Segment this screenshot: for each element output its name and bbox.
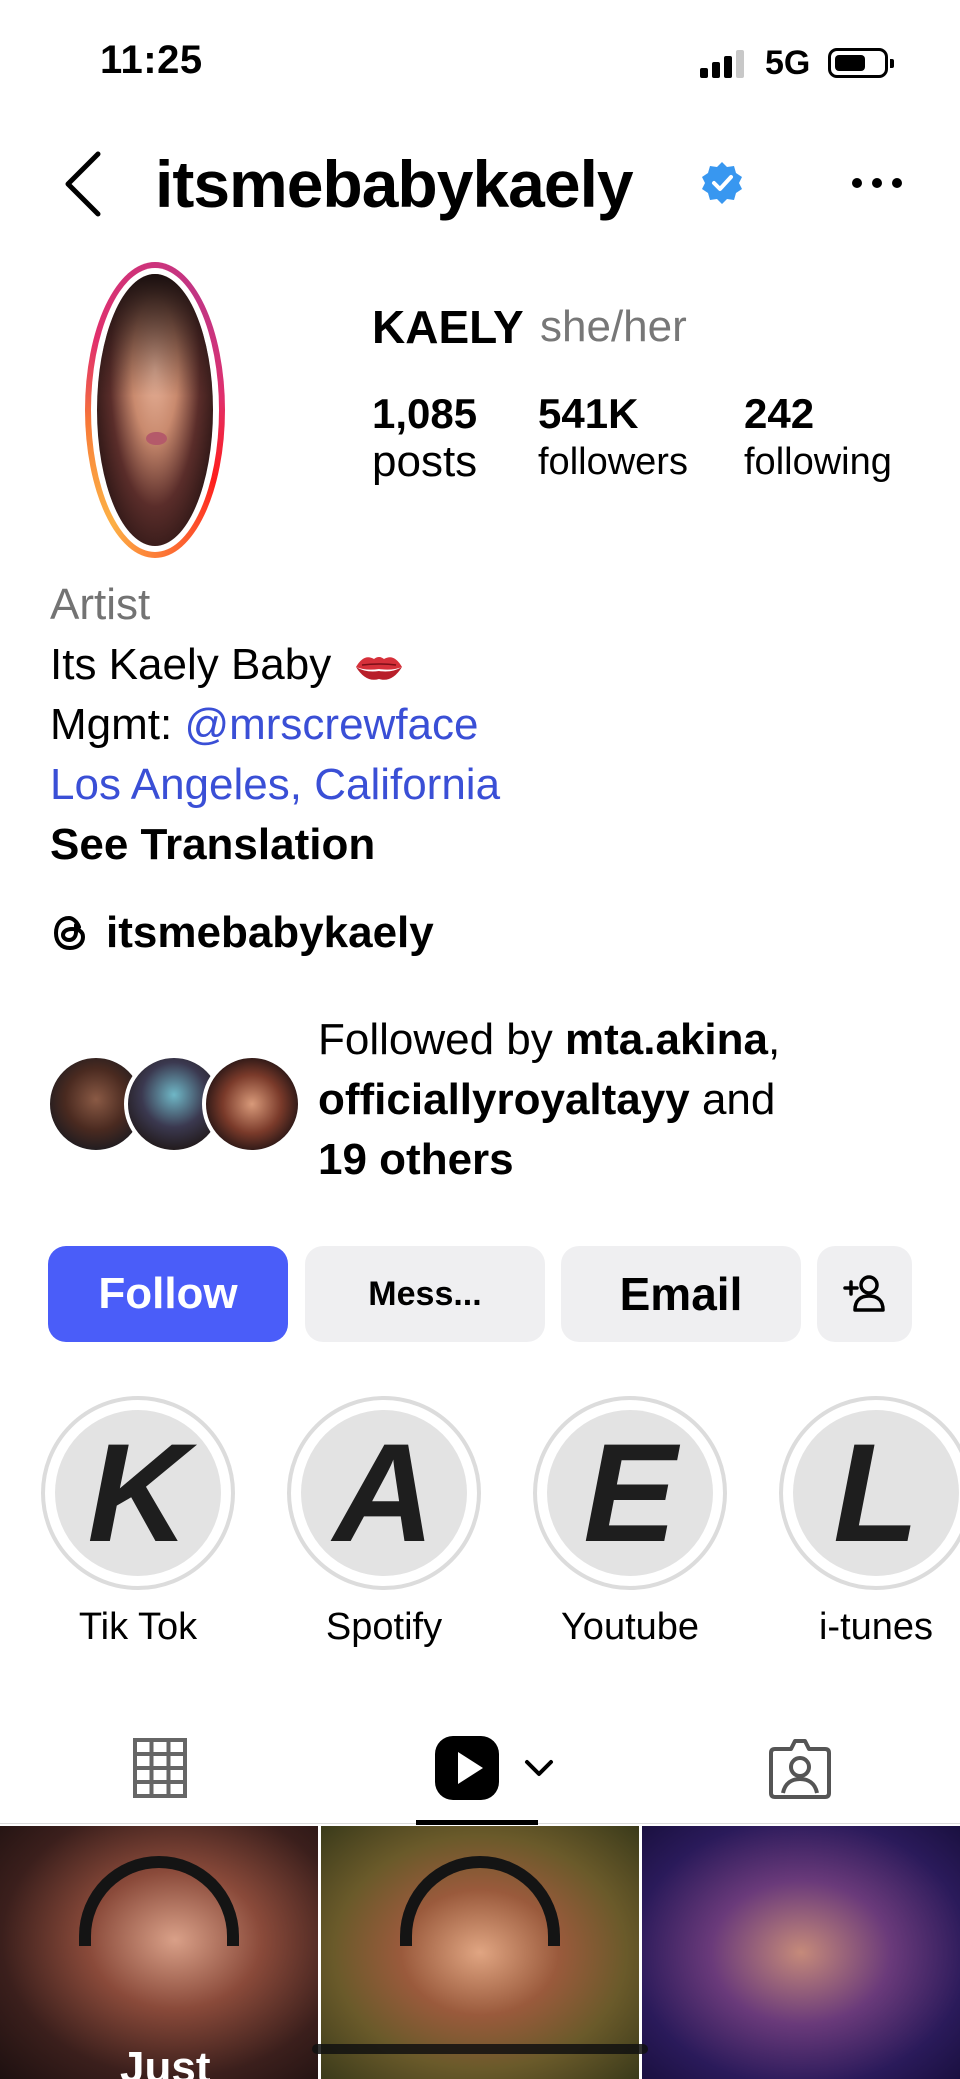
header-username: itsmebabykaely (155, 147, 634, 221)
back-button[interactable] (56, 148, 116, 218)
profile-bio: Artist Its Kaely Baby Mgmt: @mrscrewface… (50, 575, 930, 875)
stat-following[interactable]: 242 following (744, 390, 892, 486)
mgmt-prefix: Mgmt: (50, 700, 185, 749)
bio-category: Artist (50, 580, 151, 629)
avatar-photo (97, 274, 213, 546)
bio-mgmt-line: Mgmt: @mrscrewface (50, 695, 930, 755)
email-button[interactable]: Email (561, 1246, 801, 1342)
highlight-spotify[interactable]: A Spotify (284, 1396, 484, 1649)
followed-by-prefix: Followed by (318, 1015, 566, 1064)
highlight-tiktok[interactable]: K Tik Tok (38, 1396, 238, 1649)
kiss-mark-icon (355, 657, 402, 681)
mutual-user-1: mta.akina (565, 1015, 768, 1064)
highlight-cover: E (547, 1410, 713, 1576)
tagged-person-icon (769, 1739, 831, 1799)
highlight-youtube[interactable]: E Youtube (530, 1396, 730, 1649)
following-label: following (744, 441, 892, 483)
bio-text: Its Kaely Baby (50, 640, 332, 689)
followers-count: 541K (538, 390, 639, 437)
follow-button[interactable]: Follow (48, 1246, 288, 1342)
suggested-users-button[interactable] (817, 1246, 912, 1342)
following-count: 242 (744, 390, 815, 437)
threads-icon (53, 915, 86, 951)
profile-header: itsmebabykaely (0, 130, 960, 240)
add-user-icon (842, 1275, 885, 1312)
tab-reels[interactable] (416, 1712, 576, 1824)
bio-text-line: Its Kaely Baby (50, 635, 930, 695)
more-options-button[interactable] (848, 170, 908, 194)
posts-count: 1,085 (372, 390, 478, 437)
highlight-label: Tik Tok (78, 1606, 198, 1648)
highlight-label: i-tunes (818, 1606, 934, 1648)
mutual-followers-avatars[interactable] (46, 1054, 302, 1154)
followed-by-separator: , (768, 1015, 781, 1064)
reel-thumbnail[interactable]: Just (0, 1826, 318, 2079)
chevron-down-icon (525, 1760, 553, 1776)
reel-caption: Just (120, 2043, 211, 2079)
reel-thumbnail[interactable] (642, 1826, 960, 2079)
tab-posts-grid[interactable] (100, 1712, 220, 1824)
profile-avatar[interactable] (85, 262, 225, 558)
pronouns: she/her (540, 302, 687, 351)
message-button[interactable]: Mess... (305, 1246, 545, 1342)
chevron-left-icon (65, 151, 101, 217)
followers-label: followers (538, 441, 688, 483)
display-name: KAELY (372, 301, 524, 353)
status-bar: 11:25 5G (0, 0, 960, 120)
verified-badge-icon (702, 162, 742, 204)
highlight-cover: K (55, 1410, 221, 1576)
status-time: 11:25 (100, 38, 203, 82)
signal-icon (700, 48, 750, 78)
highlight-label: Youtube (560, 1606, 700, 1648)
highlight-cover: A (301, 1410, 467, 1576)
followed-by-conjunction: and (689, 1075, 776, 1124)
profile-tabs (0, 1712, 960, 1825)
headphones-graphic (400, 1856, 560, 1946)
mgmt-handle-link[interactable]: @mrscrewface (184, 700, 478, 749)
location-link[interactable]: Los Angeles, California (50, 755, 930, 815)
see-translation-button[interactable]: See Translation (50, 815, 930, 875)
threads-link[interactable]: itsmebabykaely (50, 903, 434, 963)
stat-followers[interactable]: 541K followers (538, 390, 688, 486)
home-indicator (312, 2044, 648, 2054)
followed-by-text[interactable]: Followed by mta.akina, officiallyroyaltay… (318, 1010, 938, 1190)
active-tab-indicator (416, 1820, 538, 1825)
tab-tagged[interactable] (740, 1712, 860, 1824)
battery-icon (828, 48, 894, 78)
reel-thumbnail[interactable] (321, 1826, 639, 2079)
mutual-others: 19 others (318, 1135, 514, 1184)
mutual-user-2: officiallyroyaltayy (318, 1075, 690, 1124)
headphones-graphic (79, 1856, 239, 1946)
highlight-cover: L (793, 1410, 959, 1576)
highlight-label: Spotify (325, 1606, 443, 1648)
network-label: 5G (765, 44, 811, 82)
mutual-avatar (202, 1054, 302, 1154)
reels-play-icon (435, 1736, 499, 1800)
grid-icon (133, 1738, 187, 1798)
threads-handle: itsmebabykaely (106, 908, 434, 957)
stat-posts[interactable]: 1,085 posts (372, 390, 477, 486)
posts-label: posts (372, 437, 478, 486)
highlight-itunes[interactable]: L i-tunes (776, 1396, 960, 1649)
